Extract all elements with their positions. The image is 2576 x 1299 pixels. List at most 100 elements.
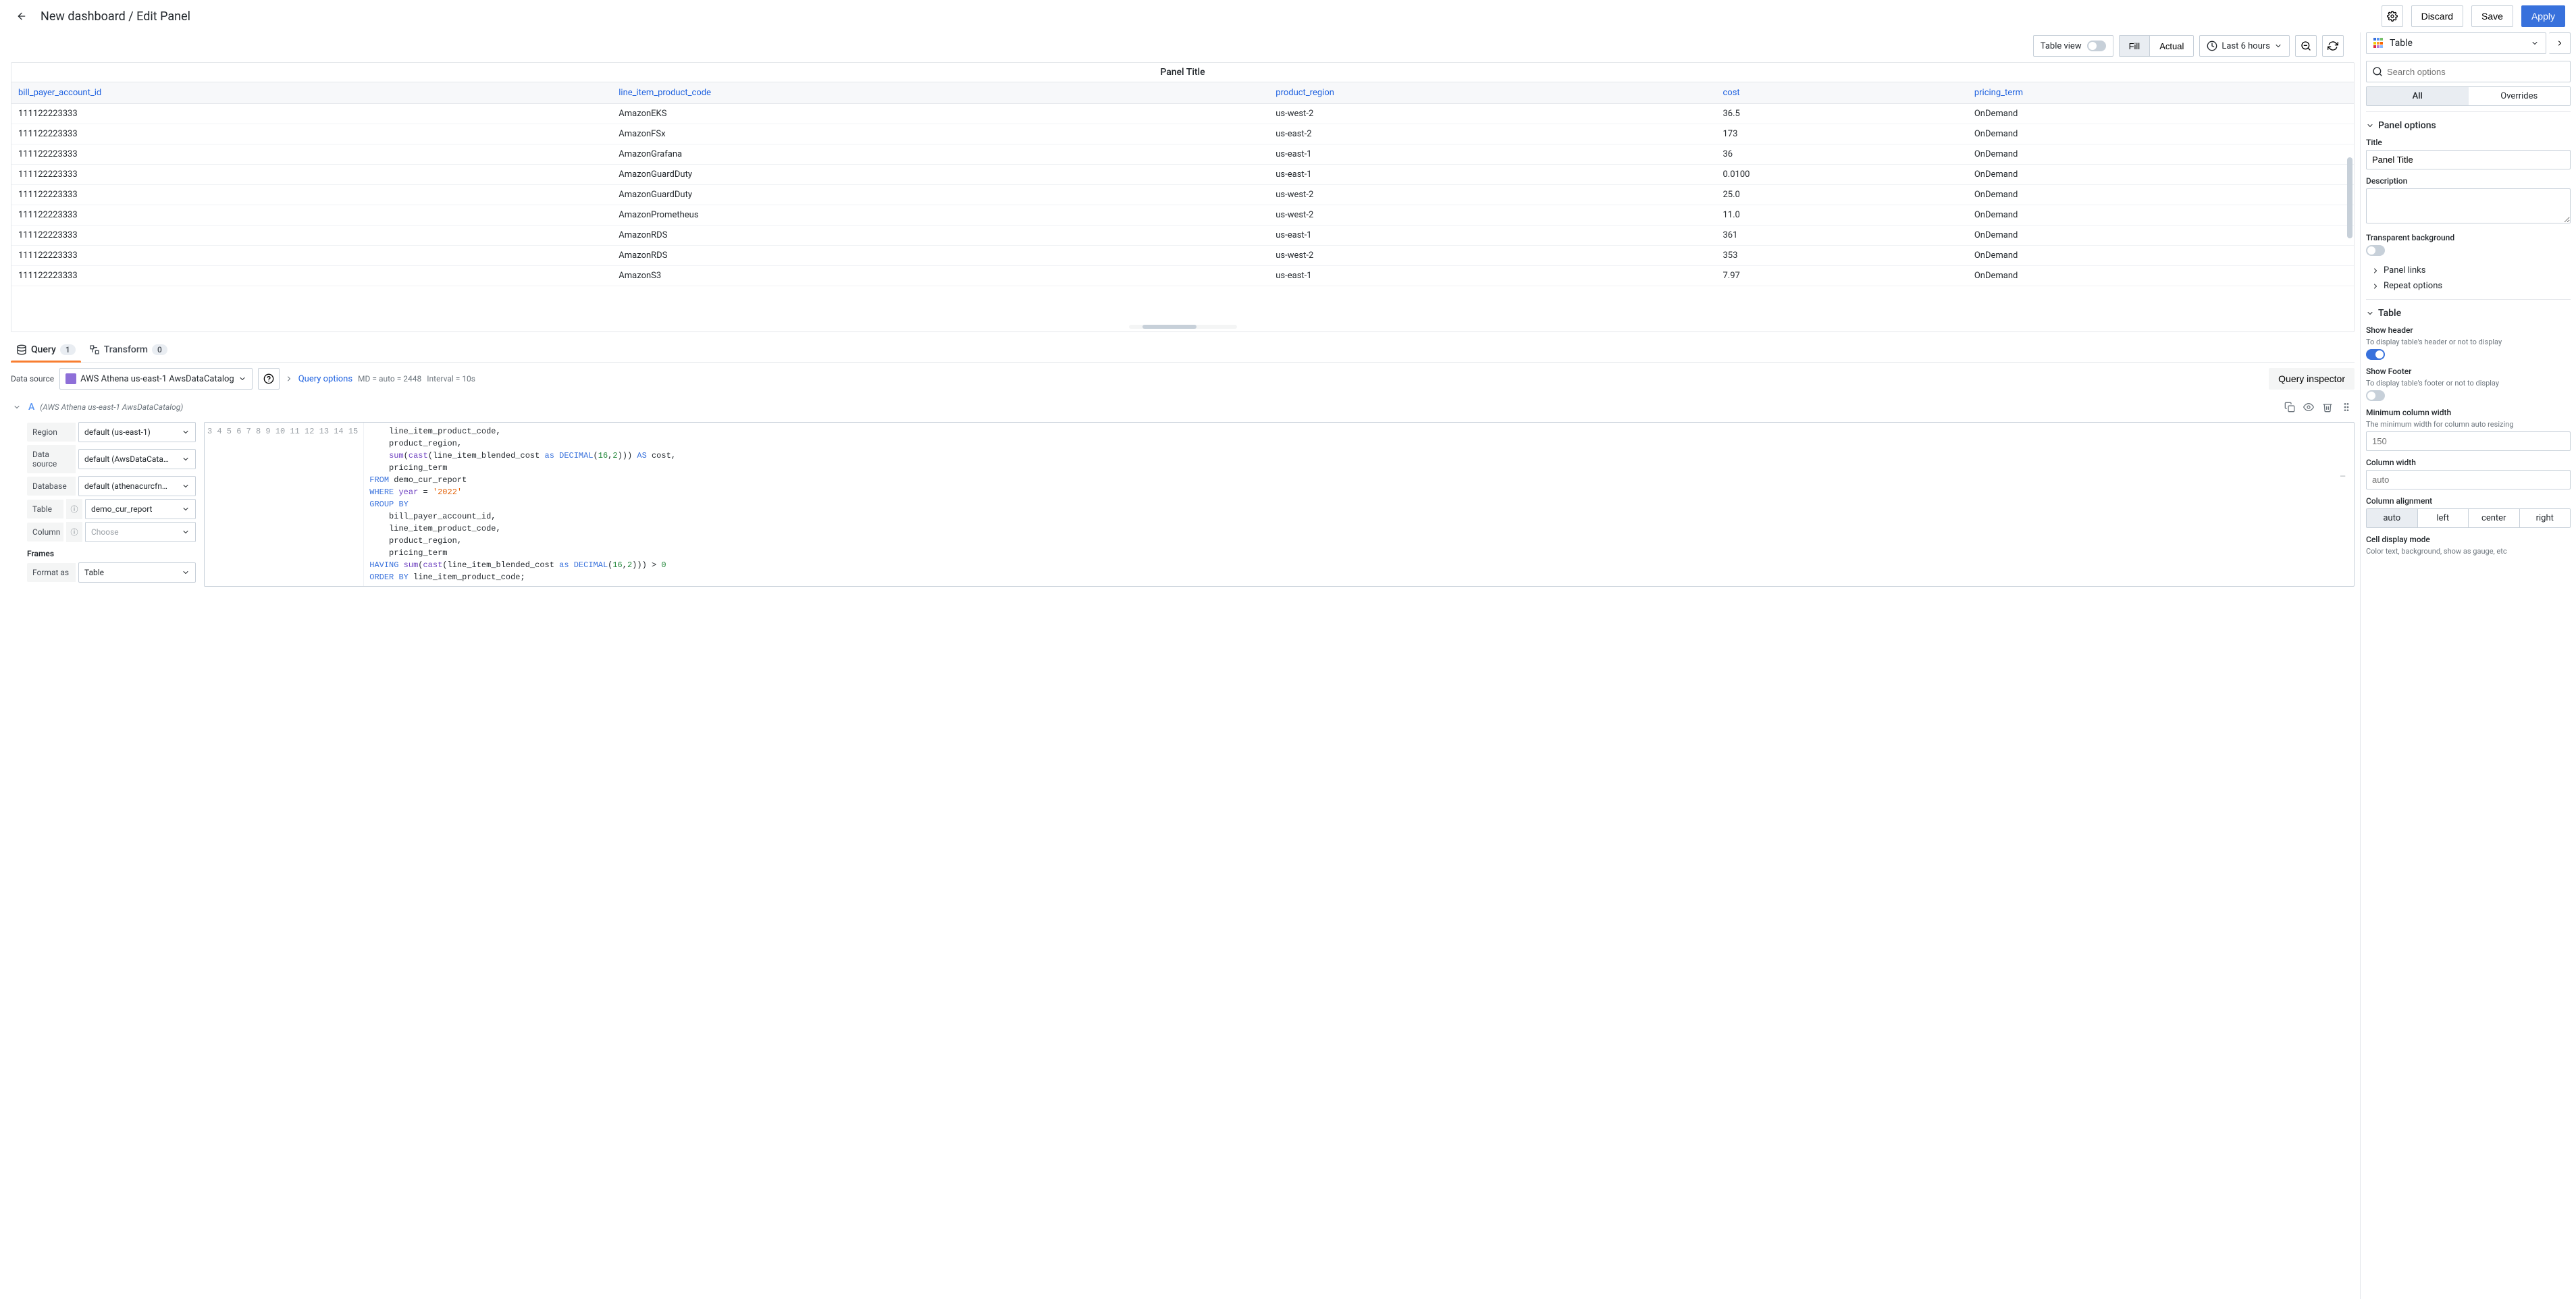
tab-query[interactable]: Query 1 — [11, 338, 81, 362]
column-info-icon[interactable]: ⓘ — [66, 522, 82, 542]
table-section-header[interactable]: Table — [2366, 305, 2571, 321]
query-letter[interactable]: A — [28, 402, 34, 413]
datasource-help-button[interactable] — [258, 368, 280, 390]
transparent-label: Transparent background — [2366, 233, 2571, 242]
column-header[interactable]: line_item_product_code — [612, 82, 1269, 104]
vertical-scrollbar[interactable] — [2347, 157, 2352, 238]
table-info-icon[interactable]: ⓘ — [66, 499, 82, 519]
format-select[interactable]: Table — [78, 562, 196, 583]
query-collapse-toggle[interactable] — [11, 401, 23, 413]
align-auto-button[interactable]: auto — [2367, 509, 2418, 527]
table-row[interactable]: 111122223333AmazonPrometheusus-west-211.… — [11, 205, 2354, 226]
table-row[interactable]: 111122223333AmazonRDSus-west-2353OnDeman… — [11, 246, 2354, 266]
table-cell: us-west-2 — [1269, 246, 1716, 266]
search-field[interactable] — [2387, 67, 2565, 77]
zoom-out-button[interactable] — [2295, 35, 2317, 57]
column-header[interactable]: cost — [1716, 82, 1968, 104]
table-cell: 361 — [1716, 226, 1968, 246]
panel-links-item[interactable]: Panel links — [2366, 263, 2571, 278]
table-select[interactable]: demo_cur_report — [85, 499, 196, 519]
frames-heading: Frames — [27, 545, 196, 560]
datasource-picker[interactable]: AWS Athena us-east-1 AwsDataCatalog — [59, 368, 253, 390]
apply-button[interactable]: Apply — [2521, 5, 2565, 27]
chevron-down-icon — [2366, 309, 2374, 317]
tab-overrides[interactable]: Overrides — [2469, 87, 2571, 105]
table-cell: 111122223333 — [11, 266, 612, 286]
chevron-down-icon — [182, 568, 190, 577]
table-cell: OnDemand — [1968, 266, 2354, 286]
chevron-right-icon[interactable] — [285, 375, 293, 383]
table-cell: AmazonRDS — [612, 226, 1269, 246]
panel-options-header[interactable]: Panel options — [2366, 117, 2571, 134]
fill-button[interactable]: Fill — [2120, 36, 2151, 56]
table-view-switch[interactable] — [2087, 41, 2106, 51]
discard-button[interactable]: Discard — [2411, 5, 2463, 27]
table-cell: OnDemand — [1968, 124, 2354, 144]
table-cell: OnDemand — [1968, 226, 2354, 246]
search-options-input[interactable] — [2366, 61, 2571, 82]
copy-icon — [2284, 402, 2295, 413]
query-inspector-button[interactable]: Query inspector — [2269, 368, 2355, 390]
back-button[interactable] — [11, 5, 32, 27]
page-title: New dashboard / Edit Panel — [41, 9, 190, 24]
chevron-down-icon — [182, 528, 190, 536]
delete-query-button[interactable] — [2319, 399, 2336, 415]
tab-all[interactable]: All — [2367, 87, 2469, 105]
chevron-down-icon — [238, 375, 246, 383]
save-button[interactable]: Save — [2471, 5, 2513, 27]
q-datasource-select[interactable]: default (AwsDataCata… — [78, 449, 196, 469]
actual-button[interactable]: Actual — [2150, 36, 2193, 56]
horizontal-scrollbar[interactable] — [1129, 325, 1237, 329]
sql-editor[interactable]: 3 4 5 6 7 8 9 10 11 12 13 14 15 line_ite… — [204, 422, 2355, 587]
align-center-button[interactable]: center — [2469, 509, 2520, 527]
table-row[interactable]: 111122223333AmazonGuardDutyus-east-10.01… — [11, 165, 2354, 185]
show-header-switch[interactable] — [2366, 349, 2385, 360]
table-cell: us-east-1 — [1269, 144, 1716, 165]
editor-code[interactable]: line_item_product_code, product_region, … — [364, 423, 2354, 586]
table-view-toggle[interactable]: Table view — [2033, 35, 2113, 57]
table-row[interactable]: 111122223333AmazonS3us-east-17.97OnDeman… — [11, 266, 2354, 286]
col-width-input[interactable] — [2366, 470, 2571, 489]
q-datasource-label: Data source — [27, 445, 76, 473]
query-options-link[interactable]: Query options — [298, 374, 352, 384]
database-select[interactable]: default (athenacurcfn… — [78, 476, 196, 496]
visualization-picker[interactable]: Table — [2366, 32, 2546, 54]
table-cell: AmazonGrafana — [612, 144, 1269, 165]
time-range-picker[interactable]: Last 6 hours — [2199, 35, 2290, 57]
settings-button[interactable] — [2382, 5, 2403, 27]
toggle-query-visibility-button[interactable] — [2301, 399, 2317, 415]
column-header[interactable]: bill_payer_account_id — [11, 82, 612, 104]
align-right-button[interactable]: right — [2520, 509, 2571, 527]
repeat-options-item[interactable]: Repeat options — [2366, 278, 2571, 294]
cell-display-label: Cell display mode — [2366, 535, 2571, 544]
table-cell: 353 — [1716, 246, 1968, 266]
description-input[interactable] — [2366, 188, 2571, 223]
tab-query-label: Query — [31, 344, 56, 355]
column-header[interactable]: product_region — [1269, 82, 1716, 104]
table-row[interactable]: 111122223333AmazonFSxus-east-2173OnDeman… — [11, 124, 2354, 144]
table-row[interactable]: 111122223333AmazonGrafanaus-east-136OnDe… — [11, 144, 2354, 165]
table-cell: us-east-2 — [1269, 124, 1716, 144]
table-row[interactable]: 111122223333AmazonRDSus-east-1361OnDeman… — [11, 226, 2354, 246]
tab-transform[interactable]: Transform 0 — [84, 338, 173, 362]
min-col-width-input[interactable] — [2366, 431, 2571, 451]
table-row[interactable]: 111122223333AmazonGuardDutyus-west-225.0… — [11, 185, 2354, 205]
duplicate-query-button[interactable] — [2282, 399, 2298, 415]
align-left-button[interactable]: left — [2418, 509, 2469, 527]
table-cell: 36 — [1716, 144, 1968, 165]
column-header[interactable]: pricing_term — [1968, 82, 2354, 104]
show-footer-switch[interactable] — [2366, 390, 2385, 401]
refresh-button[interactable] — [2322, 35, 2344, 57]
show-header-label: Show header — [2366, 325, 2571, 335]
title-input[interactable] — [2366, 150, 2571, 169]
transparent-switch[interactable] — [2366, 245, 2385, 256]
drag-query-handle[interactable] — [2338, 399, 2355, 415]
data-table[interactable]: bill_payer_account_idline_item_product_c… — [11, 82, 2354, 323]
table-row[interactable]: 111122223333AmazonEKSus-west-236.5OnDema… — [11, 104, 2354, 124]
table-cell: 111122223333 — [11, 165, 612, 185]
editor-collapse-handle[interactable]: — — [2340, 470, 2351, 481]
column-select[interactable]: Choose — [85, 522, 196, 542]
viz-expand-button[interactable] — [2549, 32, 2571, 54]
table-cell: AmazonGuardDuty — [612, 165, 1269, 185]
region-select[interactable]: default (us-east-1) — [78, 422, 196, 442]
